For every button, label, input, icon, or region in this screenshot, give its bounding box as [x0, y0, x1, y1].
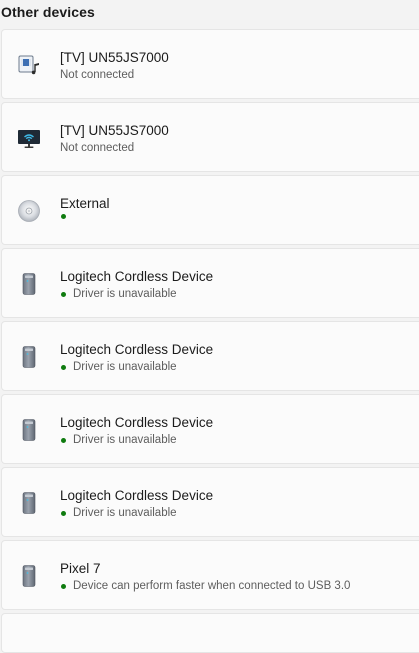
device-name: Pixel 7 [60, 561, 101, 576]
device-status: Driver is unavailable [60, 433, 410, 447]
device-status-text: Driver is unavailable [73, 288, 177, 300]
device-card[interactable] [1, 613, 419, 653]
device-card[interactable]: [TV] UN55JS7000 Not connected [1, 102, 419, 172]
device-status: Driver is unavailable [60, 360, 410, 374]
device-status-text: Driver is unavailable [73, 361, 177, 373]
device-name: [TV] UN55JS7000 [60, 50, 169, 65]
generic-device-icon [16, 417, 42, 443]
generic-device-icon [16, 271, 42, 297]
device-status: Driver is unavailable [60, 506, 410, 520]
device-card[interactable]: Logitech Cordless Device Driver is unava… [1, 394, 419, 464]
device-card[interactable]: External [1, 175, 419, 245]
status-dot [61, 583, 66, 589]
device-status-text: Driver is unavailable [73, 507, 177, 519]
status-dot [61, 291, 66, 297]
device-card[interactable]: Logitech Cordless Device Driver is unava… [1, 248, 419, 318]
device-name: Logitech Cordless Device [60, 269, 214, 284]
device-name: Logitech Cordless Device [60, 415, 214, 430]
device-status-text: Not connected [60, 69, 135, 81]
device-card[interactable]: [TV] UN55JS7000 Not connected [1, 29, 419, 99]
generic-device-icon [16, 563, 42, 589]
device-name: Logitech Cordless Device [60, 342, 214, 357]
device-status: Not connected [60, 141, 410, 155]
section-title: Other devices [1, 4, 95, 20]
generic-device-icon [16, 344, 42, 370]
generic-device-icon [16, 490, 42, 516]
status-dot [61, 510, 66, 516]
device-status: Device can perform faster when connected… [60, 579, 410, 593]
device-name: Logitech Cordless Device [60, 488, 214, 503]
media-device-icon [16, 52, 42, 78]
device-status-text: Device can perform faster when connected… [73, 580, 351, 592]
device-status-text: Driver is unavailable [73, 434, 177, 446]
device-name: External [60, 196, 110, 211]
device-status-text: Not connected [60, 142, 135, 154]
device-name: [TV] UN55JS7000 [60, 123, 169, 138]
wireless-display-icon [16, 125, 42, 151]
optical-disc-icon [16, 198, 42, 224]
device-list: [TV] UN55JS7000 Not connected [TV] UN55J… [1, 29, 419, 653]
device-status: Not connected [60, 68, 410, 82]
device-status [60, 214, 410, 219]
status-dot [61, 214, 66, 219]
status-dot [61, 364, 66, 370]
device-status: Driver is unavailable [60, 287, 410, 301]
device-card[interactable]: Logitech Cordless Device Driver is unava… [1, 467, 419, 537]
status-dot [61, 437, 66, 443]
device-card[interactable]: Logitech Cordless Device Driver is unava… [1, 321, 419, 391]
device-card[interactable]: Pixel 7 Device can perform faster when c… [1, 540, 419, 610]
